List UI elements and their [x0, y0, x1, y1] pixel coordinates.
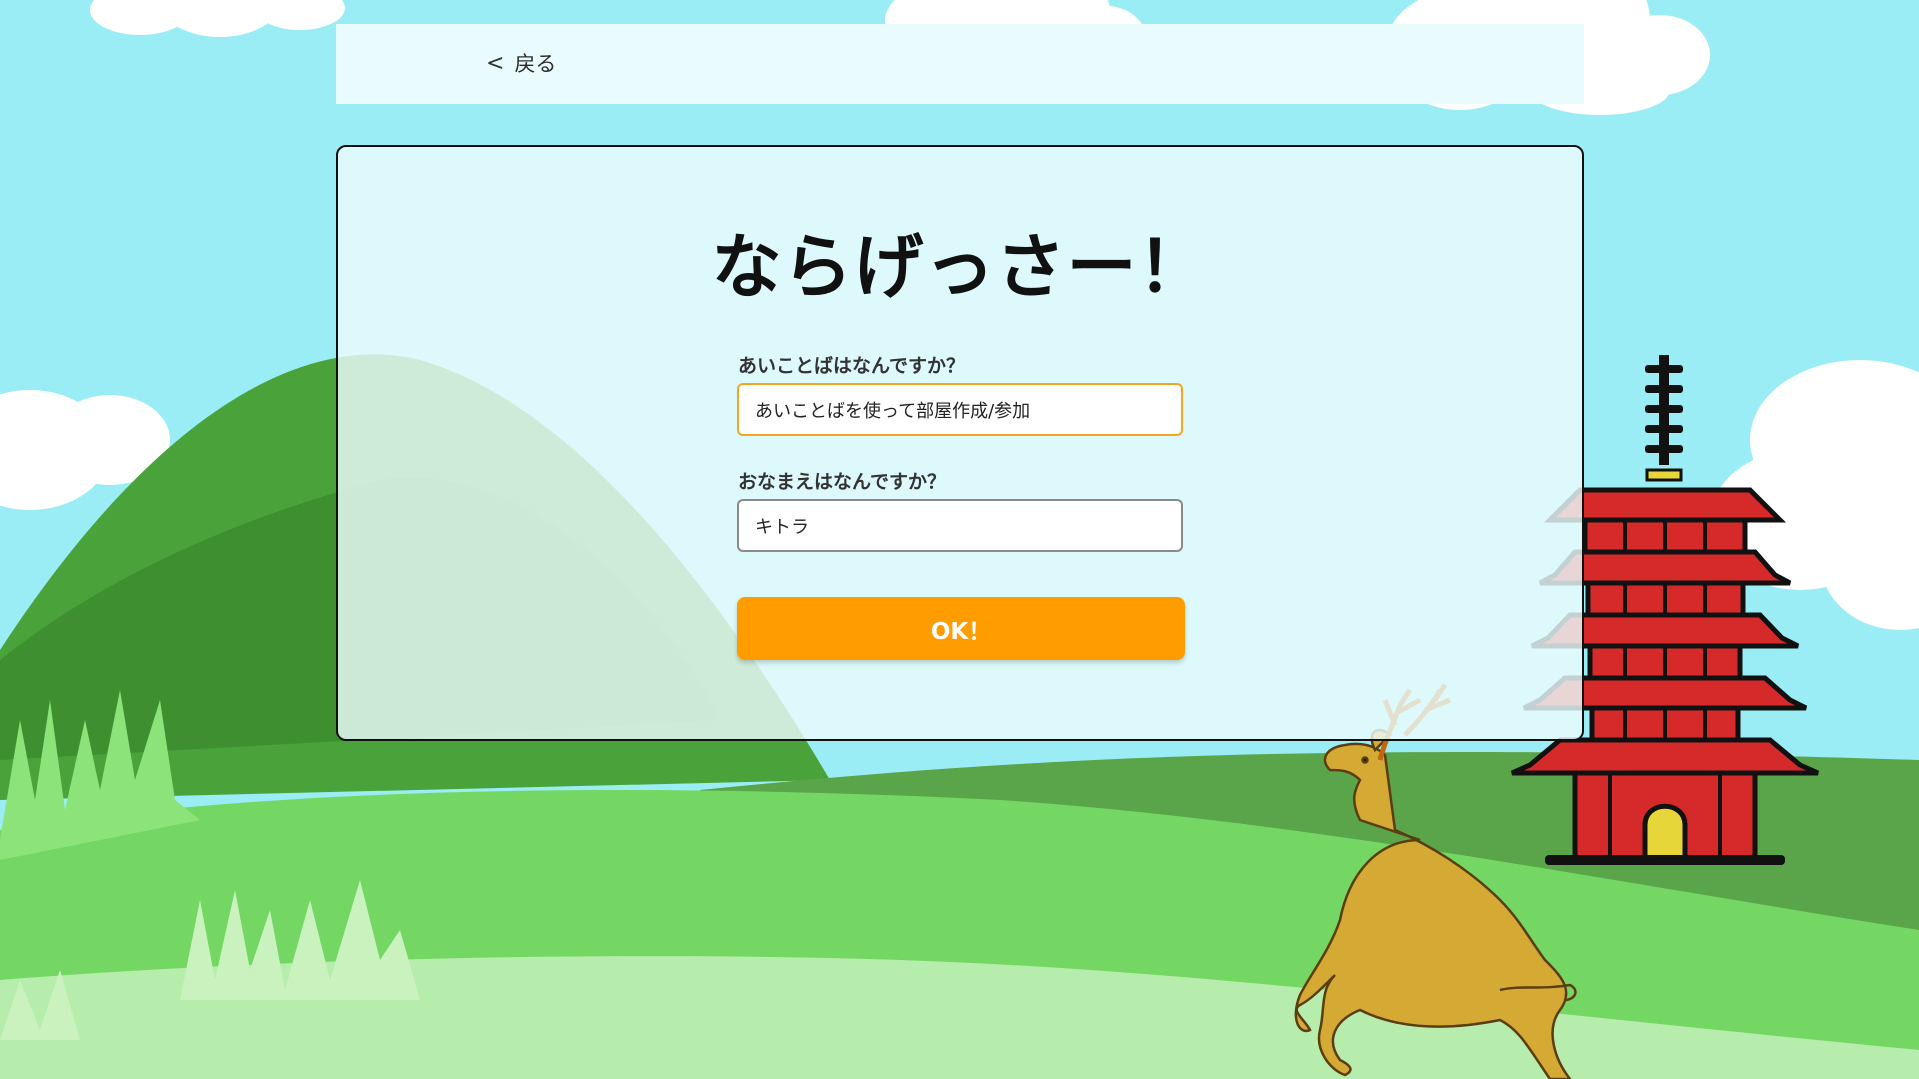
name-label: おなまえはなんですか？ — [738, 471, 947, 493]
ok-button[interactable]: OK！ — [737, 597, 1185, 660]
passphrase-input[interactable] — [737, 383, 1183, 436]
top-navigation-bar: < 戻る — [336, 24, 1584, 104]
back-label: 戻る — [514, 52, 557, 76]
name-input[interactable] — [737, 499, 1183, 552]
passphrase-label: あいことばはなんですか？ — [738, 355, 966, 377]
page-title: ならげっさー！ — [711, 226, 1209, 308]
back-button[interactable]: < 戻る — [486, 48, 556, 78]
join-room-card: ならげっさー！ あいことばはなんですか？ おなまえはなんですか？ OK！ — [336, 145, 1584, 741]
chevron-left-icon: < — [486, 50, 505, 76]
